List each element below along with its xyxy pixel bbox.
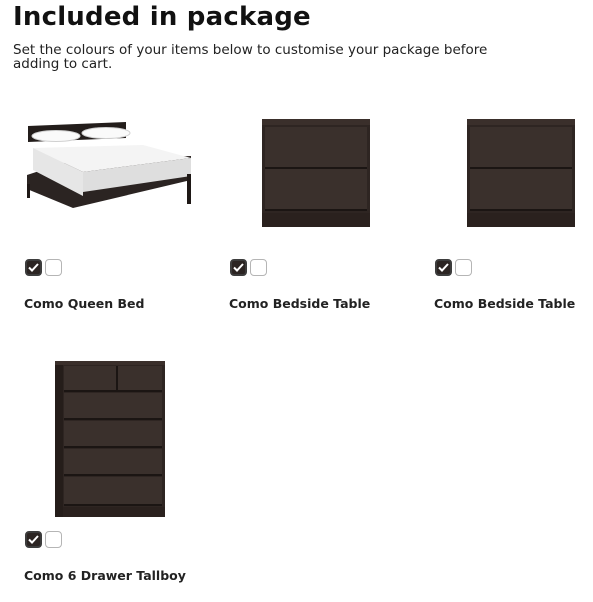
bedside-table-image — [467, 119, 575, 232]
swatch-white[interactable] — [455, 259, 472, 276]
checkmark-icon — [233, 263, 244, 272]
swatch-white[interactable] — [250, 259, 267, 276]
swatch-dark-wood[interactable] — [435, 259, 452, 276]
checkmark-icon — [28, 263, 39, 272]
checkmark-icon — [438, 263, 449, 272]
item-name: Como 6 Drawer Tallboy — [24, 568, 186, 583]
swatch-white[interactable] — [45, 259, 62, 276]
colour-swatches — [230, 259, 267, 276]
colour-swatches — [25, 531, 62, 548]
queen-bed-image — [23, 118, 195, 219]
page-subtitle: Set the colours of your items below to c… — [13, 42, 488, 72]
tallboy-image — [55, 361, 165, 522]
page-title: Included in package — [13, 2, 311, 32]
checkmark-icon — [28, 535, 39, 544]
swatch-dark-wood[interactable] — [25, 531, 42, 548]
swatch-dark-wood[interactable] — [230, 259, 247, 276]
colour-swatches — [435, 259, 472, 276]
item-name: Como Bedside Table — [434, 296, 576, 311]
swatch-dark-wood[interactable] — [25, 259, 42, 276]
swatch-white[interactable] — [45, 531, 62, 548]
bedside-table-image — [262, 119, 370, 232]
colour-swatches — [25, 259, 62, 276]
item-name: Como Queen Bed — [24, 296, 145, 311]
item-name: Como Bedside Table — [229, 296, 371, 311]
